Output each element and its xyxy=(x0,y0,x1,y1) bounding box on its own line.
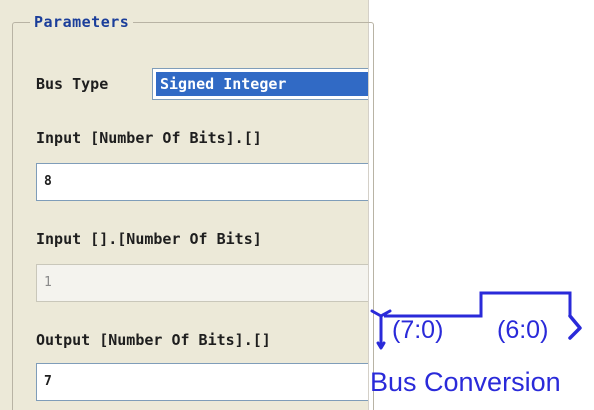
bus-conversion-block[interactable]: (7:0) (6:0) xyxy=(368,280,594,360)
parameters-group-title: Parameters xyxy=(30,13,134,31)
bus-conversion-title: Bus Conversion xyxy=(370,367,561,397)
output-arrow-icon xyxy=(568,314,582,340)
block-outline xyxy=(384,291,572,318)
bus-type-label: Bus Type xyxy=(36,75,109,93)
input-fraction-bits-field: 1 xyxy=(36,264,368,302)
input-integer-bits-label: Input [Number Of Bits].[] xyxy=(36,129,262,147)
bus-type-select[interactable]: Signed Integer xyxy=(152,68,368,100)
parameters-panel: Parameters Bus Type Signed Integer Input… xyxy=(0,0,374,410)
stage: Parameters Bus Type Signed Integer Input… xyxy=(0,0,594,410)
output-integer-bits-label: Output [Number Of Bits].[] xyxy=(36,331,271,349)
output-integer-bits-field[interactable]: 7 xyxy=(36,363,368,401)
output-port-label: (6:0) xyxy=(497,316,548,344)
input-port-label: (7:0) xyxy=(392,316,443,344)
input-integer-bits-field[interactable]: 8 xyxy=(36,163,368,201)
input-fraction-bits-label: Input [].[Number Of Bits] xyxy=(36,230,262,248)
bus-type-selected-value: Signed Integer xyxy=(156,72,368,96)
